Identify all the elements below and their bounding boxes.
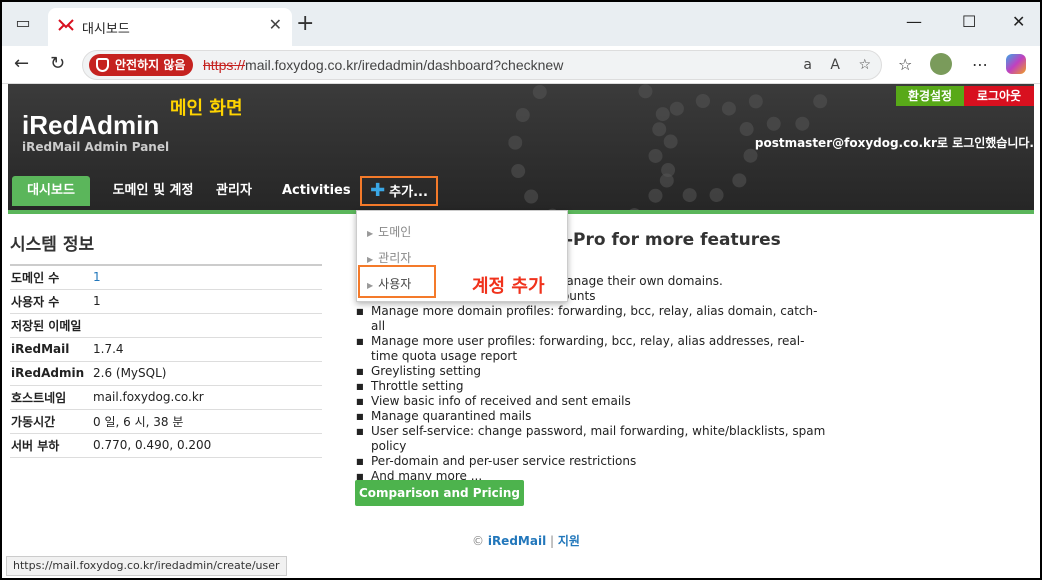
maximize-icon[interactable]: ☐: [962, 12, 976, 31]
read-aloud-icon[interactable]: A: [830, 57, 840, 73]
system-info-title: 시스템 정보: [10, 235, 95, 255]
row-value: 0.770, 0.490, 0.200: [93, 438, 212, 452]
table-row: iRedAdmin 2.6 (MySQL): [10, 361, 322, 385]
list-item: Per-domain and per-user service restrict…: [356, 454, 826, 469]
logout-button[interactable]: 로그아웃: [964, 86, 1034, 106]
row-key: 사용자 수: [11, 294, 60, 309]
table-row: 도메인 수 1: [10, 265, 322, 289]
url-text[interactable]: https://mail.foxydog.co.kr/iredadmin/das…: [203, 57, 563, 73]
copyright-symbol: ©: [472, 534, 484, 548]
footer-separator: |: [550, 534, 555, 548]
address-toolbar: ← ↻ 안전하지 않음 https://mail.foxydog.co.kr/i…: [2, 46, 1040, 84]
translate-icon[interactable]: a: [803, 57, 812, 73]
list-item: View basic info of received and sent ema…: [356, 394, 826, 409]
brand-title: iRedAdmin: [22, 110, 160, 140]
footer-iredmail-link[interactable]: iRedMail: [488, 534, 546, 548]
minimize-icon[interactable]: —: [906, 12, 922, 31]
dropdown-item-admin[interactable]: ▶ 관리자: [367, 249, 411, 266]
row-key: iRedAdmin: [11, 366, 85, 380]
list-item: Greylisting setting: [356, 364, 826, 379]
row-value: [92, 313, 322, 337]
table-row: 호스트네임 mail.foxydog.co.kr: [10, 385, 322, 409]
row-key: 호스트네임: [11, 390, 67, 405]
caret-right-icon: ▶: [367, 255, 374, 264]
tab-actions-icon[interactable]: ▭: [12, 12, 34, 34]
list-item: User self-service: change password, mail…: [356, 424, 826, 454]
row-value: 2.6 (MySQL): [93, 366, 167, 380]
gear-decoration-icon: [648, 94, 758, 204]
app-header: iRedAdmin iRedMail Admin Panel 메인 화면 환경설…: [8, 84, 1034, 214]
plus-icon: ✚: [370, 180, 386, 201]
nav-domains-accounts[interactable]: 도메인 및 계정: [100, 176, 206, 206]
login-info: postmaster@foxydog.co.kr로 로그인했습니다.: [754, 136, 1034, 150]
list-item: Manage more domain profiles: forwarding,…: [356, 304, 826, 334]
back-icon[interactable]: ←: [14, 53, 29, 74]
domain-count-link[interactable]: 1: [92, 265, 322, 289]
annotation-main-screen: 메인 화면: [170, 98, 243, 119]
profile-avatar[interactable]: [930, 53, 952, 75]
browser-tab[interactable]: 대시보드 ✕: [48, 8, 292, 46]
row-value: 1.7.4: [93, 342, 124, 356]
nav-add[interactable]: ✚ 추가...: [360, 176, 438, 206]
annotation-add-account: 계정 추가: [472, 276, 545, 297]
table-row: 서버 부하 0.770, 0.490, 0.200: [10, 433, 322, 457]
close-window-icon[interactable]: ✕: [1012, 12, 1025, 31]
not-secure-badge[interactable]: 안전하지 않음: [89, 54, 194, 76]
system-info-table: 도메인 수 1 사용자 수 1 저장된 이메일 iRedMail 1.7.4 iRed…: [10, 264, 322, 458]
row-key: 서버 부하: [11, 438, 60, 453]
favorite-star-icon[interactable]: ☆: [858, 57, 871, 73]
more-menu-icon[interactable]: ⋯: [972, 55, 988, 74]
list-item: Throttle setting: [356, 379, 826, 394]
row-value: mail.foxydog.co.kr: [93, 390, 204, 404]
feature-list: ts to manage their own domains. as accou…: [356, 274, 826, 484]
brand-subtitle: iRedMail Admin Panel: [22, 140, 170, 154]
row-key: iRedMail: [11, 342, 70, 356]
omnibox-icons: a A ☆: [789, 57, 871, 73]
favorites-icon[interactable]: ☆: [898, 55, 912, 74]
pro-features-title: -Pro for more features: [566, 230, 781, 250]
caret-right-icon: ▶: [367, 229, 374, 238]
not-secure-label: 안전하지 않음: [115, 58, 186, 72]
reload-icon[interactable]: ↻: [50, 53, 65, 74]
shield-icon: [96, 58, 109, 72]
user-highlight-box: [358, 265, 436, 298]
nav-dashboard[interactable]: 대시보드: [12, 176, 90, 206]
row-key: 가동시간: [11, 414, 56, 429]
footer-support-link[interactable]: 지원: [558, 534, 580, 548]
nav-admins[interactable]: 관리자: [212, 176, 256, 206]
table-row: 가동시간 0 일, 6 시, 38 분: [10, 409, 322, 433]
dropdown-item-domain[interactable]: ▶ 도메인: [367, 223, 411, 240]
row-key: 도메인 수: [11, 270, 60, 285]
status-bar-url: https://mail.foxydog.co.kr/iredadmin/cre…: [6, 556, 287, 576]
comparison-pricing-button[interactable]: Comparison and Pricing: [355, 480, 524, 506]
iredmail-favicon-icon: [58, 19, 74, 31]
address-bar[interactable]: 안전하지 않음 https://mail.foxydog.co.kr/ireda…: [82, 50, 882, 80]
nav-activities[interactable]: Activities: [282, 176, 351, 206]
table-row: iRedMail 1.7.4: [10, 337, 322, 361]
preferences-button[interactable]: 환경설정: [896, 86, 964, 106]
dropdown-item-label: 도메인: [378, 225, 412, 239]
copilot-icon[interactable]: [1006, 54, 1026, 74]
row-value: 1: [93, 294, 101, 308]
browser-window: ▭ 대시보드 ✕ + — ☐ ✕ ← ↻ 안전하지 않음 https://mai…: [2, 2, 1040, 578]
dropdown-item-label: 관리자: [378, 251, 412, 265]
url-scheme: https://: [203, 57, 246, 73]
list-item: Manage more user profiles: forwarding, b…: [356, 334, 826, 364]
gear-decoration-icon: [748, 84, 828, 134]
close-tab-icon[interactable]: ✕: [269, 15, 282, 34]
new-tab-icon[interactable]: +: [296, 11, 314, 36]
table-row: 사용자 수 1: [10, 289, 322, 313]
url-path: mail.foxydog.co.kr/iredadmin/dashboard?c…: [245, 57, 564, 73]
footer: © iRedMail | 지원: [472, 532, 580, 549]
tab-strip: ▭ 대시보드 ✕ + — ☐ ✕: [2, 2, 1040, 46]
row-value: 0 일, 6 시, 38 분: [93, 414, 184, 429]
list-item: Manage quarantined mails: [356, 409, 826, 424]
nav-add-label: 추가...: [389, 185, 428, 200]
row-key: 저장된 이메일: [11, 318, 82, 333]
table-row: 저장된 이메일: [10, 313, 322, 337]
tab-title: 대시보드: [82, 22, 130, 37]
